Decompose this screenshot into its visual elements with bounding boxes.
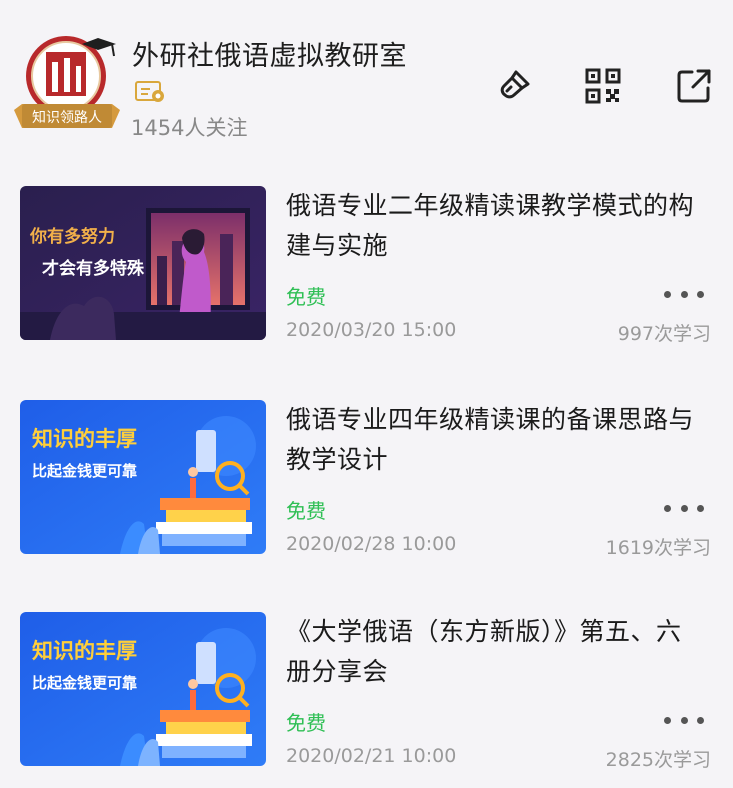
course-thumbnail[interactable]: 知识的丰厚 比起金钱更可靠 [20, 612, 266, 766]
course-card[interactable]: 你有多努力 才会有多特殊 俄语专业二年级精读课教学模式的构建与实施 免费 202… [0, 178, 733, 358]
share-button[interactable] [674, 66, 714, 106]
share-icon [677, 69, 711, 103]
price-tag: 免费 [286, 285, 326, 309]
dot-icon [680, 716, 688, 724]
dot-icon [664, 504, 671, 512]
thumbnail-text: 知识的丰厚 [32, 426, 137, 451]
study-count: 2825次学习 [605, 749, 711, 771]
thumbnail-text: 知识的丰厚 [32, 638, 137, 663]
price-tag: 免费 [286, 711, 326, 735]
thumbnail-text: 你有多努力 [29, 226, 115, 247]
course-date: 2020/03/20 15:00 [286, 319, 457, 341]
avatar[interactable]: 知识领路人 [12, 32, 122, 134]
course-title[interactable]: 俄语专业四年级精读课的备课思路与教学设计 [286, 400, 706, 480]
more-options-button[interactable] [664, 282, 704, 306]
course-date: 2020/02/21 10:00 [286, 745, 457, 767]
qr-code-button[interactable] [583, 66, 623, 106]
course-title[interactable]: 俄语专业二年级精读课教学模式的构建与实施 [286, 186, 706, 266]
course-title[interactable]: 《大学俄语（东方新版）》第五、六册分享会 [286, 612, 706, 692]
dot-icon [664, 716, 671, 724]
course-thumbnail[interactable]: 知识的丰厚 比起金钱更可靠 [20, 400, 266, 554]
course-card[interactable]: 知识的丰厚 比起金钱更可靠 《大学俄语（东方新版）》第五、六册分享会 免费 20… [0, 604, 733, 784]
more-options-button[interactable] [664, 496, 704, 520]
more-options-button[interactable] [664, 708, 704, 732]
brush-button[interactable] [494, 66, 534, 106]
dot-icon [697, 716, 704, 724]
thumbnail-text: 才会有多特殊 [42, 258, 145, 279]
price-tag: 免费 [286, 499, 326, 523]
dot-icon [697, 290, 704, 298]
dot-icon [680, 504, 688, 512]
thumbnail-text: 比起金钱更可靠 [32, 462, 137, 480]
study-count: 997次学习 [617, 323, 711, 345]
qr-code-icon [585, 68, 621, 104]
course-date: 2020/02/28 10:00 [286, 533, 457, 555]
follower-count: 1454人关注 [131, 116, 248, 140]
dot-icon [697, 504, 704, 512]
certification-icon [135, 81, 164, 102]
brush-icon [500, 70, 530, 99]
page-title: 外研社俄语虚拟教研室 [132, 41, 407, 72]
thumbnail-text: 比起金钱更可靠 [32, 674, 137, 692]
badge-label: 知识领路人 [32, 109, 102, 126]
study-count: 1619次学习 [605, 537, 711, 559]
course-card[interactable]: 知识的丰厚 比起金钱更可靠 俄语专业四年级精读课的备课思路与教学设计 免费 20… [0, 392, 733, 572]
profile-header: 知识领路人 外研社俄语虚拟教研室 1454人关注 [0, 0, 733, 150]
dot-icon [664, 290, 671, 298]
course-thumbnail[interactable]: 你有多努力 才会有多特殊 [20, 186, 266, 340]
dot-icon [680, 290, 688, 298]
